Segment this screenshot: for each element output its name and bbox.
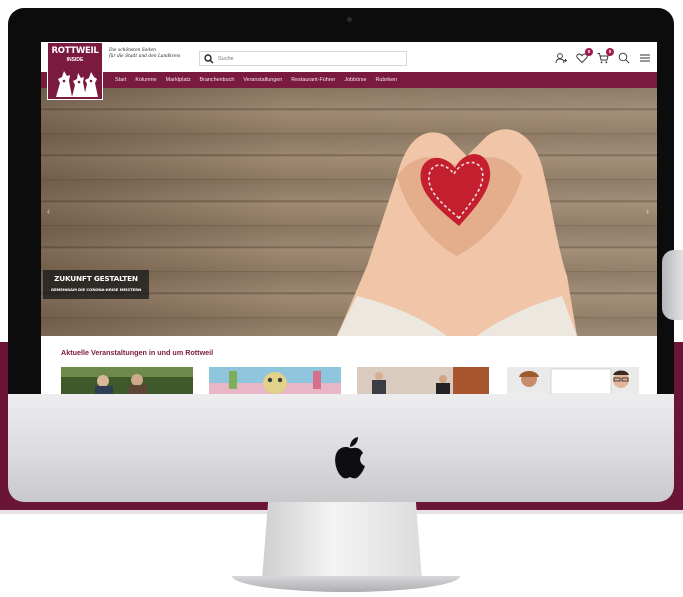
stand-glare — [662, 250, 683, 320]
monitor-stand-neck — [262, 498, 422, 580]
nav-item-marktplatz[interactable]: Marktplatz — [166, 77, 191, 83]
event-thumbnails — [61, 367, 641, 394]
main-navigation: Start Kolumne Marktplatz Branchenbuch Ve… — [41, 72, 657, 88]
monitor-stand-base — [232, 576, 460, 592]
user-plus-icon — [555, 53, 567, 64]
search-icon — [204, 54, 214, 64]
nav-item-jobboerse[interactable]: Jobbörse — [344, 77, 366, 83]
nav-item-rubriken[interactable]: Rubriken — [376, 77, 398, 83]
cart-button[interactable]: 0 — [597, 48, 614, 64]
slider-prev-arrow[interactable]: ‹ — [47, 206, 50, 216]
website-screen: Die schönsten Seiten für die Stadt und d… — [41, 42, 657, 394]
apple-logo-icon — [335, 437, 365, 479]
header-icons: 0 0 — [555, 48, 651, 65]
event-thumbnail-4[interactable] — [507, 367, 639, 394]
search-input[interactable] — [218, 53, 398, 64]
event-thumbnail-3[interactable] — [357, 367, 489, 394]
cart-count-badge: 0 — [606, 48, 614, 56]
tagline-line-2: für die Stadt und den Landkreis — [109, 54, 181, 59]
nav-item-branchenbuch[interactable]: Branchenbuch — [200, 77, 235, 83]
hero-title: ZUKUNFT GESTALTEN — [54, 274, 138, 283]
nav-item-veranstaltungen[interactable]: Veranstaltungen — [243, 77, 282, 83]
event-thumbnail-1[interactable] — [61, 367, 193, 394]
nav-item-start[interactable]: Start — [115, 77, 126, 83]
event-thumbnail-2[interactable] — [209, 367, 341, 394]
hero-subtitle: GEMEINSAM DIE CORONA-KRISE MEISTERN — [50, 287, 142, 292]
menu-button[interactable] — [639, 52, 651, 64]
header-search-button[interactable] — [618, 52, 630, 64]
nav-item-restaurant-fuehrer[interactable]: Restaurant-Führer — [291, 77, 335, 83]
slider-next-arrow[interactable]: › — [646, 206, 649, 216]
wishlist-button[interactable]: 0 — [576, 48, 593, 64]
camera-dot — [347, 17, 352, 22]
wishlist-count-badge: 0 — [585, 48, 593, 56]
hero-slider[interactable]: ‹ › ZUKUNFT GESTALTEN GEMEINSAM DIE CORO… — [41, 88, 657, 336]
site-logo[interactable]: ROTTWEIL INSIDE — [47, 42, 103, 100]
events-section-title: Aktuelle Veranstaltungen in und um Rottw… — [61, 348, 214, 357]
nav-list: Start Kolumne Marktplatz Branchenbuch Ve… — [115, 72, 397, 88]
hands-holding-heart-image — [337, 129, 577, 336]
account-button[interactable] — [555, 52, 567, 64]
site-header: Die schönsten Seiten für die Stadt und d… — [41, 42, 657, 72]
search-box[interactable] — [199, 51, 407, 66]
nav-item-kolumne[interactable]: Kolumne — [135, 77, 156, 83]
logo-title: ROTTWEIL — [51, 46, 99, 56]
hero-caption[interactable]: ZUKUNFT GESTALTEN GEMEINSAM DIE CORONA-K… — [43, 270, 149, 299]
site-tagline: Die schönsten Seiten für die Stadt und d… — [109, 48, 199, 60]
hamburger-icon — [640, 54, 650, 62]
search-icon — [618, 52, 630, 64]
logo-subtitle: INSIDE — [66, 57, 84, 63]
carnival-figures-icon — [56, 71, 98, 97]
